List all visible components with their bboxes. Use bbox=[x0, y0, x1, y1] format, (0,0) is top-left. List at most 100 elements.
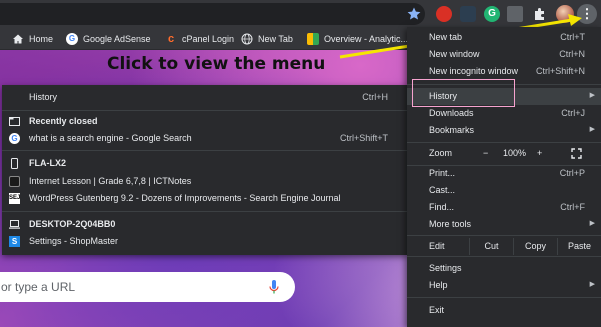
list-item[interactable]: S Settings - ShopMaster bbox=[2, 233, 408, 249]
device-heading: FLA-LX2 bbox=[2, 155, 408, 171]
menu-item-label: New tab bbox=[429, 32, 463, 42]
menu-divider bbox=[2, 150, 408, 151]
menu-item-shortcut: Ctrl+P bbox=[559, 168, 585, 178]
search-input[interactable]: or type a URL bbox=[1, 280, 75, 294]
list-item[interactable]: SEJ WordPress Gutenberg 9.2 - Dozens of … bbox=[2, 190, 408, 206]
menu-divider bbox=[407, 84, 601, 85]
bookmark-label: New Tab bbox=[258, 34, 293, 44]
bookmark-label: Home bbox=[29, 34, 54, 44]
menu-item-downloads[interactable]: Downloads Ctrl+J bbox=[407, 105, 601, 122]
laptop-icon bbox=[9, 219, 20, 229]
globe-icon bbox=[241, 33, 253, 45]
chevron-right-icon: ▶ bbox=[589, 126, 595, 133]
puzzle-extension-icon[interactable] bbox=[507, 6, 523, 22]
menu-item-label: Zoom bbox=[429, 148, 453, 158]
menu-item-label: Print... bbox=[429, 168, 456, 178]
bookmark-google-adsense[interactable]: G Google AdSense bbox=[66, 31, 151, 47]
menu-item-label: History bbox=[429, 91, 458, 101]
recently-closed-heading: Recently closed bbox=[2, 113, 408, 129]
menu-item-help[interactable]: Help ▶ bbox=[407, 277, 601, 294]
zoom-in-button[interactable]: + bbox=[537, 148, 542, 158]
microphone-icon[interactable] bbox=[268, 279, 280, 295]
menu-item-new-window[interactable]: New window Ctrl+N bbox=[407, 46, 601, 63]
analytics-icon bbox=[307, 33, 319, 45]
paste-button[interactable]: Paste bbox=[558, 238, 601, 255]
list-item-label: what is a search engine - Google Search bbox=[29, 133, 192, 143]
recently-closed-label: Recently closed bbox=[29, 116, 98, 126]
star-icon[interactable] bbox=[406, 6, 422, 22]
shield-extension-icon[interactable] bbox=[436, 6, 452, 22]
google-icon: G bbox=[9, 132, 20, 144]
zoom-out-button[interactable]: − bbox=[483, 148, 488, 158]
menu-item-print[interactable]: Print... Ctrl+P bbox=[407, 165, 601, 182]
sej-icon: SEJ bbox=[9, 192, 20, 204]
menu-divider bbox=[407, 256, 601, 257]
list-item-label: WordPress Gutenberg 9.2 - Dozens of Impr… bbox=[29, 193, 341, 203]
zoom-level: 100% bbox=[503, 148, 527, 158]
menu-item-shortcut: Ctrl+Shift+N bbox=[535, 66, 585, 76]
annotation-callout: Click to view the menu bbox=[107, 54, 326, 74]
history-shortcut: Ctrl+H bbox=[362, 92, 388, 102]
bookmark-cpanel-login[interactable]: c cPanel Login bbox=[165, 31, 234, 47]
menu-item-label: Settings bbox=[429, 263, 462, 273]
profile-avatar[interactable] bbox=[556, 5, 574, 23]
menu-item-label: New incognito window bbox=[429, 66, 519, 76]
menu-item-edit: Edit Cut Copy Paste bbox=[407, 238, 601, 255]
menu-item-shortcut: Ctrl+N bbox=[559, 49, 585, 59]
menu-item-label: Bookmarks bbox=[429, 125, 475, 135]
menu-item-shortcut: Ctrl+T bbox=[560, 32, 585, 42]
browser-toolbar: G ⋮ bbox=[0, 0, 601, 28]
ictnotes-icon bbox=[9, 175, 20, 187]
copy-button[interactable]: Copy bbox=[514, 238, 557, 255]
bookmark-new-tab[interactable]: New Tab bbox=[241, 31, 293, 47]
list-item-label: Internet Lesson | Grade 6,7,8 | ICTNotes bbox=[29, 176, 192, 186]
fullscreen-icon[interactable] bbox=[571, 148, 582, 159]
phone-icon bbox=[11, 157, 18, 169]
chrome-main-menu: New tab Ctrl+T New window Ctrl+N New inc… bbox=[407, 27, 601, 327]
device-name: DESKTOP-2Q04BB0 bbox=[29, 219, 116, 229]
menu-item-label: Help bbox=[429, 280, 448, 290]
menu-item-new-tab[interactable]: New tab Ctrl+T bbox=[407, 29, 601, 46]
menu-item-history[interactable]: History ▶ bbox=[407, 88, 601, 105]
list-item-label: Settings - ShopMaster bbox=[29, 236, 119, 246]
device-heading: DESKTOP-2Q04BB0 bbox=[2, 216, 408, 232]
menu-item-exit[interactable]: Exit bbox=[407, 302, 601, 319]
address-bar[interactable] bbox=[0, 3, 425, 25]
menu-item-label: Exit bbox=[429, 305, 445, 315]
extensions-icon[interactable] bbox=[532, 6, 548, 22]
menu-item-label: Cast... bbox=[429, 185, 456, 195]
history-label: History bbox=[29, 92, 58, 102]
menu-item-label: Downloads bbox=[429, 108, 474, 118]
chevron-right-icon: ▶ bbox=[589, 92, 595, 99]
bookmark-overview-analytics[interactable]: Overview - Analytic... bbox=[307, 31, 408, 47]
menu-divider bbox=[407, 297, 601, 298]
cpanel-icon: c bbox=[167, 33, 175, 45]
device-name: FLA-LX2 bbox=[29, 158, 66, 168]
search-box[interactable]: or type a URL bbox=[0, 272, 295, 302]
cut-button[interactable]: Cut bbox=[470, 238, 513, 255]
reopen-shortcut: Ctrl+Shift+T bbox=[339, 133, 388, 143]
menu-item-more-tools[interactable]: More tools ▶ bbox=[407, 216, 601, 233]
bookmark-home[interactable]: Home bbox=[12, 31, 53, 47]
menu-item-shortcut: Ctrl+F bbox=[560, 202, 585, 212]
menu-divider bbox=[2, 211, 408, 212]
kebab-menu-icon[interactable]: ⋮ bbox=[577, 4, 597, 24]
bookmark-label: Google AdSense bbox=[83, 34, 151, 44]
menu-item-settings[interactable]: Settings bbox=[407, 260, 601, 277]
grid-extension-icon[interactable] bbox=[460, 6, 476, 22]
list-item[interactable]: G what is a search engine - Google Searc… bbox=[2, 130, 408, 146]
menu-item-label: New window bbox=[429, 49, 480, 59]
menu-divider bbox=[407, 235, 601, 236]
menu-item-cast[interactable]: Cast... bbox=[407, 182, 601, 199]
tab-icon bbox=[9, 116, 20, 126]
shopmaster-icon: S bbox=[9, 235, 20, 247]
menu-item-new-incognito-window[interactable]: New incognito window Ctrl+Shift+N bbox=[407, 63, 601, 80]
menu-item-bookmarks[interactable]: Bookmarks ▶ bbox=[407, 122, 601, 139]
google-icon: G bbox=[66, 33, 78, 45]
bookmark-label: Overview - Analytic... bbox=[324, 34, 409, 44]
bookmark-label: cPanel Login bbox=[182, 34, 235, 44]
history-item[interactable]: History Ctrl+H bbox=[2, 89, 408, 105]
grammarly-extension-icon[interactable]: G bbox=[484, 6, 500, 22]
menu-item-find[interactable]: Find... Ctrl+F bbox=[407, 199, 601, 216]
list-item[interactable]: Internet Lesson | Grade 6,7,8 | ICTNotes bbox=[2, 173, 408, 189]
